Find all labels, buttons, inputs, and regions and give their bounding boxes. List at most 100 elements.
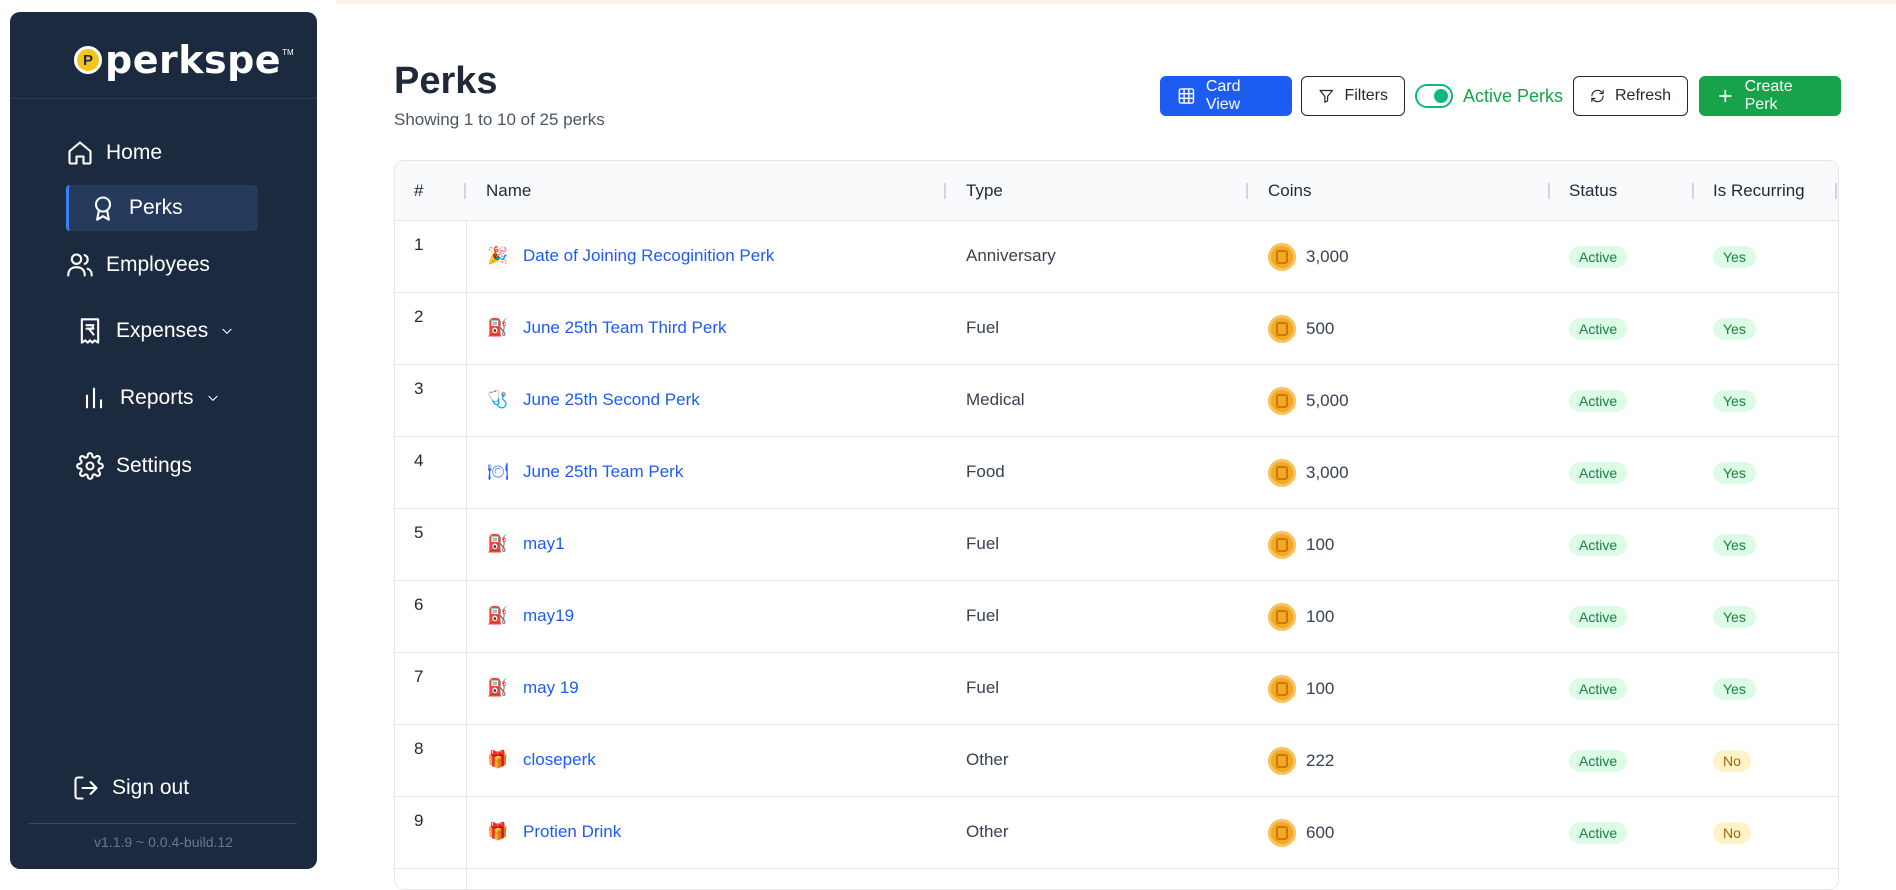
logo[interactable]: P perkspe TM — [74, 38, 294, 82]
column-resize-handle[interactable] — [1692, 183, 1694, 199]
perk-name-link[interactable]: 🎁 Protien Drink — [487, 821, 621, 843]
create-perk-button[interactable]: Create Perk — [1699, 76, 1842, 116]
table-header: # Name Type Coins Status Is Recurring — [395, 161, 1838, 221]
perk-coins: 222 — [1268, 747, 1334, 775]
recurring-badge: No — [1713, 822, 1751, 844]
perk-name-link[interactable]: ⛽ may 19 — [487, 677, 579, 699]
table-row[interactable]: 1 🎉 Date of Joining Recoginition Perk Anniv… — [395, 221, 1838, 293]
sidebar-item-perks[interactable]: Perks — [66, 185, 258, 231]
perk-name[interactable]: Protien Drink — [523, 822, 621, 842]
perk-name[interactable]: June 25th Team Perk — [523, 462, 683, 482]
perk-name[interactable]: June 25th Second Perk — [523, 390, 700, 410]
perk-name[interactable]: may19 — [523, 606, 574, 626]
status-badge: Active — [1569, 462, 1628, 484]
table-row[interactable]: 9 🎁 Protien Drink Other 600 Active No — [395, 797, 1838, 869]
sidebar: P perkspe TM Home Perks Employees Expens… — [10, 12, 317, 869]
column-header-type[interactable]: Type — [966, 161, 1003, 221]
recurring-badge: Yes — [1713, 606, 1756, 628]
receipt-rupee-icon — [80, 318, 100, 344]
column-header-coins[interactable]: Coins — [1268, 161, 1311, 221]
column-header-status[interactable]: Status — [1569, 161, 1617, 221]
sidebar-item-expenses[interactable]: Expenses — [76, 308, 234, 354]
perk-type: Fuel — [966, 606, 1000, 625]
coin-icon — [1268, 387, 1296, 415]
status-badge: Active — [1569, 246, 1628, 268]
fuel-pump-icon: ⛽ — [487, 678, 509, 697]
sidebar-item-label: Settings — [116, 454, 192, 477]
sidebar-item-employees[interactable]: Employees — [66, 242, 210, 288]
medical-kit-icon: 🩺 — [487, 390, 509, 409]
row-number: 5 — [414, 523, 424, 542]
signout-button[interactable]: Sign out — [72, 774, 189, 802]
table-row[interactable]: 5 ⛽ may1 Fuel 100 Active Yes — [395, 509, 1838, 581]
recurring-badge: Yes — [1713, 246, 1756, 268]
party-popper-icon: 🎉 — [487, 246, 509, 265]
sidebar-item-settings[interactable]: Settings — [76, 443, 192, 489]
logo-text: perkspe — [105, 38, 282, 82]
table-row[interactable]: 8 🎁 closeperk Other 222 Active No — [395, 725, 1838, 797]
table-row[interactable]: 3 🩺 June 25th Second Perk Medical 5,000 Activ… — [395, 365, 1838, 437]
coin-icon — [1268, 531, 1296, 559]
toolbar: Card View Filters Active Perks Refresh C… — [1160, 76, 1842, 116]
perk-name-link[interactable]: 🍽 June 25th Team Perk — [487, 461, 683, 483]
perk-name[interactable]: closeperk — [523, 750, 596, 770]
perk-name-link[interactable]: 🩺 June 25th Second Perk — [487, 389, 700, 411]
column-resize-handle[interactable] — [1548, 183, 1550, 199]
perk-name-link[interactable]: ⛽ may1 — [487, 533, 565, 555]
table-row[interactable]: 7 ⛽ may 19 Fuel 100 Active Yes — [395, 653, 1838, 725]
perk-coins: 500 — [1268, 315, 1334, 343]
perk-name[interactable]: may 19 — [523, 678, 579, 698]
card-view-label: Card View — [1205, 78, 1241, 113]
gift-icon: 🎁 — [487, 822, 509, 841]
sidebar-divider — [10, 98, 317, 99]
sidebar-item-label: Expenses — [116, 319, 209, 342]
logo-badge-icon: P — [74, 46, 102, 74]
logout-icon — [74, 776, 98, 800]
perk-type: Anniversary — [966, 246, 1056, 265]
perk-name-link[interactable]: ⛽ June 25th Team Third Perk — [487, 317, 727, 339]
filters-button[interactable]: Filters — [1301, 76, 1405, 116]
perk-name[interactable]: June 25th Team Third Perk — [523, 318, 727, 338]
coins-value: 500 — [1306, 319, 1335, 338]
column-resize-handle[interactable] — [944, 183, 946, 199]
sidebar-item-home[interactable]: Home — [66, 130, 162, 176]
sidebar-item-label: Home — [106, 141, 163, 164]
perk-name[interactable]: Date of Joining Recoginition Perk — [523, 246, 774, 266]
status-badge: Active — [1569, 606, 1628, 628]
home-icon — [68, 141, 92, 165]
column-resize-handle[interactable] — [1246, 183, 1248, 199]
active-perks-label[interactable]: Active Perks — [1463, 86, 1563, 107]
gift-icon: 🎁 — [487, 750, 509, 769]
coins-value: 600 — [1306, 823, 1335, 842]
food-plate-icon: 🍽 — [487, 462, 509, 481]
table-row[interactable]: 6 ⛽ may19 Fuel 100 Active Yes — [395, 581, 1838, 653]
status-badge: Active — [1569, 390, 1628, 412]
column-resize-handle[interactable] — [464, 183, 466, 199]
perk-name[interactable]: may1 — [523, 534, 565, 554]
status-badge: Active — [1569, 750, 1628, 772]
column-resize-handle[interactable] — [1835, 183, 1837, 199]
row-number: 8 — [414, 739, 424, 758]
row-number: 7 — [414, 667, 424, 686]
perk-coins: 3,000 — [1268, 459, 1349, 487]
column-header-number[interactable]: # — [414, 161, 423, 221]
column-header-name[interactable]: Name — [486, 161, 531, 221]
perk-name-link[interactable]: ⛽ may19 — [487, 605, 574, 627]
active-perks-toggle-wrap: Active Perks — [1415, 84, 1563, 108]
create-perk-label: Create Perk — [1744, 78, 1793, 113]
table-row[interactable]: 4 🍽 June 25th Team Perk Food 3,000 Active Yes — [395, 437, 1838, 509]
active-perks-toggle[interactable] — [1415, 84, 1453, 108]
filter-icon — [1319, 89, 1333, 103]
perk-name-link[interactable]: 🎉 Date of Joining Recoginition Perk — [487, 245, 774, 267]
coins-value: 222 — [1306, 751, 1335, 770]
card-view-button[interactable]: Card View — [1160, 76, 1292, 116]
users-icon — [67, 253, 93, 277]
perk-name-link[interactable]: 🎁 closeperk — [487, 749, 596, 771]
coin-icon — [1268, 603, 1296, 631]
refresh-button[interactable]: Refresh — [1573, 76, 1689, 116]
column-header-recurring[interactable]: Is Recurring — [1713, 161, 1805, 221]
perks-table: # Name Type Coins Status Is Recurring 1 🎉… — [394, 160, 1839, 890]
row-number: 3 — [414, 379, 424, 398]
table-row[interactable]: 2 ⛽ June 25th Team Third Perk Fuel 500 Active… — [395, 293, 1838, 365]
sidebar-item-reports[interactable]: Reports — [80, 375, 220, 421]
